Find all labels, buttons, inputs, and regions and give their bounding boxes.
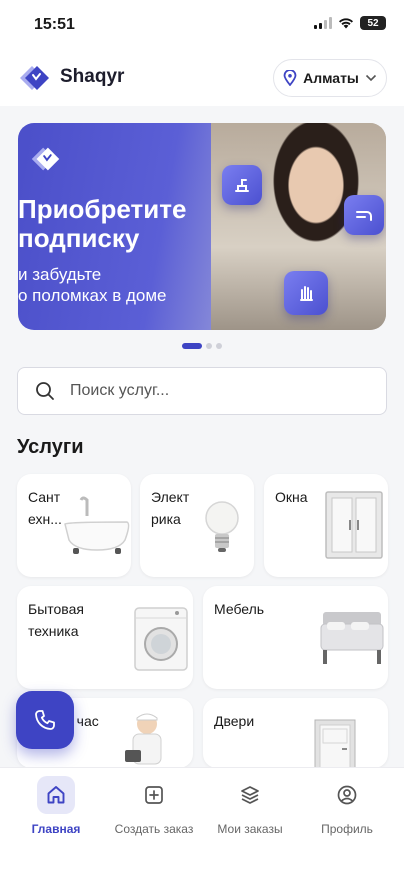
hand-tile-icon (284, 271, 328, 315)
window-image (325, 491, 383, 559)
service-label: Сант ехн... (28, 489, 62, 527)
service-card-appliances[interactable]: Бытовая техника (17, 586, 193, 689)
service-label: Мебель (214, 601, 265, 617)
search-bar[interactable] (17, 367, 387, 415)
city-selector[interactable]: Алматы (273, 59, 387, 97)
location-pin-icon (283, 70, 297, 86)
service-label: Бытовая техника (28, 601, 84, 639)
cellular-signal-icon (314, 17, 332, 29)
tab-home[interactable]: Главная (6, 776, 106, 836)
services-section-title: Услуги (17, 436, 84, 458)
tab-profile[interactable]: Профиль (297, 776, 397, 836)
washing-machine-image (134, 607, 188, 671)
service-card-doors[interactable]: Двери (203, 698, 388, 768)
service-card-plumbing[interactable]: Сант ехн... (17, 474, 131, 577)
tab-label: Создать заказ (114, 822, 194, 836)
service-card-furniture[interactable]: Мебель (203, 586, 388, 689)
service-card-windows[interactable]: Окна (264, 474, 388, 577)
carousel-dot[interactable] (206, 343, 212, 349)
status-time: 15:51 (34, 16, 75, 33)
call-button[interactable] (16, 691, 74, 749)
service-card-electric[interactable]: Элект рика (140, 474, 254, 577)
door-image (314, 719, 356, 768)
city-name: Алматы (303, 70, 359, 86)
wifi-icon (339, 18, 353, 29)
bottom-tab-bar: Главная Создать заказ Мои заказы Профиль (0, 767, 404, 875)
bed-image (320, 612, 384, 664)
bathtub-image (64, 496, 130, 554)
service-label: Окна (275, 489, 308, 505)
tab-create-order[interactable]: Создать заказ (104, 776, 204, 836)
promo-banner[interactable]: Приобретите подписку и забудьте о поломк… (18, 123, 386, 330)
status-bar: 15:51 52 (0, 0, 404, 50)
phone-icon (35, 710, 55, 730)
service-label: Элект рика (151, 489, 190, 527)
banner-subtitle: и забудьте о поломках в доме (18, 265, 167, 305)
app-name: Shaqyr (60, 66, 125, 87)
service-label: Двери (214, 713, 255, 729)
tab-label: Профиль (321, 822, 373, 836)
lightbulb-image (205, 501, 239, 552)
carousel-dot-active[interactable] (182, 343, 202, 349)
tab-label: Мои заказы (217, 822, 283, 836)
user-circle-icon (337, 785, 357, 805)
battery-indicator: 52 (360, 16, 386, 30)
logo-mark-icon (20, 66, 49, 90)
home-icon (47, 786, 65, 804)
search-icon (36, 382, 54, 400)
pipe-tile-icon (344, 195, 384, 235)
carousel-indicator (0, 343, 404, 349)
search-input[interactable] (70, 382, 350, 400)
tab-my-orders[interactable]: Мои заказы (200, 776, 300, 836)
carousel-dot[interactable] (216, 343, 222, 349)
plus-square-icon (145, 786, 163, 804)
status-icons: 52 (314, 16, 386, 30)
banner-logo-icon (31, 147, 60, 171)
faucet-tile-icon (222, 165, 262, 205)
banner-title: Приобретите подписку (18, 194, 187, 253)
chevron-down-icon (365, 74, 376, 82)
app-header: Shaqyr Алматы (0, 50, 404, 106)
tab-label: Главная (31, 822, 81, 836)
handyman-image (125, 713, 162, 765)
app-logo[interactable]: Shaqyr (16, 62, 124, 92)
layers-icon (241, 786, 259, 804)
